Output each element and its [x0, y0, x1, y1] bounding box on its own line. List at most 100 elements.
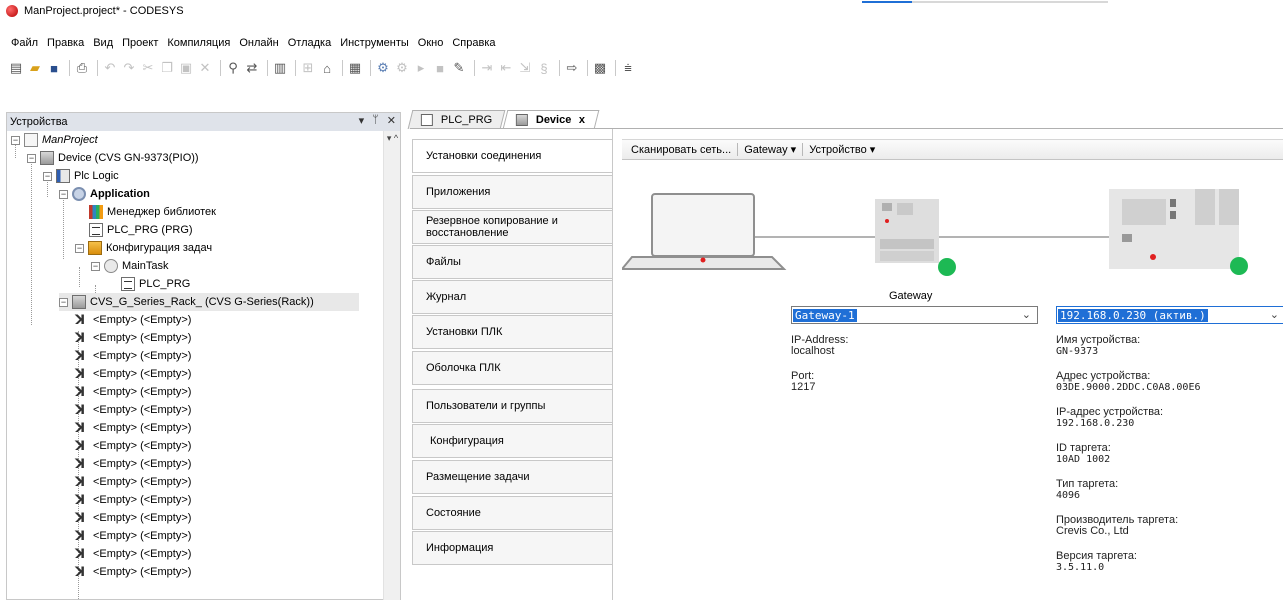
tree-item-empty-slot[interactable]: ꓘ <Empty> (<Empty>)	[75, 545, 191, 563]
sidetab-task-deployment[interactable]: Размещение задачи	[412, 460, 613, 494]
scan-network-button[interactable]: Сканировать сеть...	[625, 144, 737, 156]
menu-build[interactable]: Компиляция	[167, 37, 230, 49]
sidetab-log[interactable]: Журнал	[412, 280, 613, 314]
menu-help[interactable]: Справка	[452, 37, 495, 49]
menu-edit[interactable]: Правка	[47, 37, 84, 49]
menu-online[interactable]: Онлайн	[239, 37, 278, 49]
pin-icon[interactable]: ᛘ	[372, 114, 379, 127]
collapse-icon[interactable]: −	[91, 261, 100, 271]
sidetab-label: Пользователи и группы	[426, 400, 546, 412]
menu-window[interactable]: Окно	[418, 37, 444, 49]
collapse-icon[interactable]: −	[43, 171, 52, 181]
sidetab-label: Размещение задачи	[426, 471, 530, 483]
toolbar-separator	[69, 60, 70, 76]
tree-item-application[interactable]: − Application	[59, 185, 150, 203]
new-project-icon[interactable]: ▤	[8, 60, 24, 76]
collapse-icon[interactable]: −	[11, 135, 20, 145]
gateway-menu-button[interactable]: Gateway ▾	[738, 143, 802, 156]
sidetab-divider	[612, 129, 613, 600]
step-over-icon[interactable]: ⇥	[479, 60, 495, 76]
tab-plc-prg[interactable]: PLC_PRG	[407, 110, 506, 129]
customize-toolbar-icon[interactable]: ⩧	[620, 60, 636, 76]
tree-item-empty-slot[interactable]: ꓘ <Empty> (<Empty>)	[75, 527, 191, 545]
tree-item-plc-prg[interactable]: PLC_PRG (PRG)	[89, 221, 193, 239]
menu-debug[interactable]: Отладка	[288, 37, 331, 49]
gateway-select[interactable]: Gateway-1 ⌄	[791, 306, 1038, 324]
sidetab-status[interactable]: Состояние	[412, 496, 613, 530]
sidetab-information[interactable]: Информация	[412, 531, 613, 565]
print-icon[interactable]: ⎙	[74, 60, 90, 76]
close-tab-icon[interactable]: x	[580, 114, 586, 126]
collapse-icon[interactable]: −	[27, 153, 36, 163]
scroll-up-icon[interactable]: ▾ ^	[384, 133, 401, 144]
sidetab-backup-restore[interactable]: Резервное копирование и восстановление	[412, 210, 613, 244]
tree-item-empty-slot[interactable]: ꓘ <Empty> (<Empty>)	[75, 509, 191, 527]
device-menu-button[interactable]: Устройство ▾	[803, 143, 881, 156]
tree-item-main-task[interactable]: − MainTask	[91, 257, 168, 275]
collapse-icon[interactable]: −	[59, 189, 68, 199]
tree-item-empty-slot[interactable]: ꓘ <Empty> (<Empty>)	[75, 329, 191, 347]
build-icon[interactable]: ▦	[347, 60, 363, 76]
menu-view[interactable]: Вид	[93, 37, 113, 49]
add-file-icon[interactable]: ⌂	[319, 60, 335, 76]
tree-item-plc-logic[interactable]: − Plc Logic	[43, 167, 119, 185]
device-icon[interactable]: ▥	[272, 60, 288, 76]
stop-icon[interactable]: ■	[432, 60, 448, 76]
open-folder-icon[interactable]: ▰	[27, 60, 43, 76]
login-icon[interactable]: ⚙	[375, 60, 391, 76]
tree-item-empty-slot[interactable]: ꓘ <Empty> (<Empty>)	[75, 365, 191, 383]
sidetab-connection-settings[interactable]: Установки соединения	[412, 139, 613, 173]
redo-icon[interactable]: ↷	[121, 60, 137, 76]
tree-item-empty-slot[interactable]: ꓘ <Empty> (<Empty>)	[75, 563, 191, 581]
tree-item-library-manager[interactable]: Менеджер библиотек	[89, 203, 216, 221]
find-icon[interactable]: ⚲	[225, 60, 241, 76]
sidetab-configuration[interactable]: Конфигурация	[412, 424, 613, 458]
tree-scrollbar[interactable]: ▾ ^	[383, 131, 400, 600]
tree-item-empty-slot[interactable]: ꓘ <Empty> (<Empty>)	[75, 437, 191, 455]
sidetab-files[interactable]: Файлы	[412, 245, 613, 279]
sidetab-plc-shell[interactable]: Оболочка ПЛК	[412, 351, 613, 385]
device-select[interactable]: 192.168.0.230 (актив.) ⌄	[1056, 306, 1283, 324]
sidetab-applications[interactable]: Приложения	[412, 175, 613, 209]
tree-item-rack[interactable]: − CVS_G_Series_Rack_ (CVS G-Series(Rack)…	[59, 293, 359, 311]
tree-item-empty-slot[interactable]: ꓘ <Empty> (<Empty>)	[75, 455, 191, 473]
sidetab-plc-settings[interactable]: Установки ПЛК	[412, 315, 613, 349]
collapse-icon[interactable]: −	[75, 243, 84, 253]
tree-item-empty-slot[interactable]: ꓘ <Empty> (<Empty>)	[75, 473, 191, 491]
menu-project[interactable]: Проект	[122, 37, 158, 49]
step-out-icon[interactable]: ⇲	[517, 60, 533, 76]
copy-icon[interactable]: ❐	[159, 60, 175, 76]
sidetab-users-groups[interactable]: Пользователи и группы	[412, 389, 613, 423]
add-object-icon[interactable]: ⊞	[300, 60, 316, 76]
menu-file[interactable]: Файл	[11, 37, 38, 49]
comment-icon[interactable]: ▩	[592, 60, 608, 76]
logout-icon[interactable]: ⚙	[394, 60, 410, 76]
tree-item-project[interactable]: − ManProject	[11, 131, 98, 149]
tab-device[interactable]: Device x	[502, 110, 600, 129]
undo-icon[interactable]: ↶	[102, 60, 118, 76]
menu-tools[interactable]: Инструменты	[340, 37, 409, 49]
paste-icon[interactable]: ▣	[178, 60, 194, 76]
cut-icon[interactable]: ✂	[140, 60, 156, 76]
step-into-icon[interactable]: ⇤	[498, 60, 514, 76]
panel-dropdown-icon[interactable]: ▾	[359, 114, 365, 127]
tree-item-empty-slot[interactable]: ꓘ <Empty> (<Empty>)	[75, 401, 191, 419]
reset-icon[interactable]: ✎	[451, 60, 467, 76]
tree-item-device[interactable]: − Device (CVS GN-9373(PIO))	[27, 149, 199, 167]
close-icon[interactable]: ✕	[387, 114, 396, 127]
start-icon[interactable]: ▸	[413, 60, 429, 76]
collapse-icon[interactable]: −	[59, 297, 68, 307]
arrow-icon[interactable]: ⇨	[564, 60, 580, 76]
replace-icon[interactable]: ⇄	[244, 60, 260, 76]
tree-item-empty-slot[interactable]: ꓘ <Empty> (<Empty>)	[75, 383, 191, 401]
delete-icon[interactable]: ✕	[197, 60, 213, 76]
tree-item-empty-slot[interactable]: ꓘ <Empty> (<Empty>)	[75, 491, 191, 509]
plc-device-icon[interactable]	[1109, 189, 1248, 275]
tree-item-task-config[interactable]: − Конфигурация задач	[75, 239, 212, 257]
tree-item-empty-slot[interactable]: ꓘ <Empty> (<Empty>)	[75, 347, 191, 365]
tree-item-empty-slot[interactable]: ꓘ <Empty> (<Empty>)	[75, 419, 191, 437]
save-icon[interactable]: ■	[46, 60, 62, 76]
tree-item-empty-slot[interactable]: ꓘ <Empty> (<Empty>)	[75, 311, 191, 329]
breakpoint-icon[interactable]: §	[536, 60, 552, 76]
tree-item-task-call[interactable]: PLC_PRG	[121, 275, 190, 293]
